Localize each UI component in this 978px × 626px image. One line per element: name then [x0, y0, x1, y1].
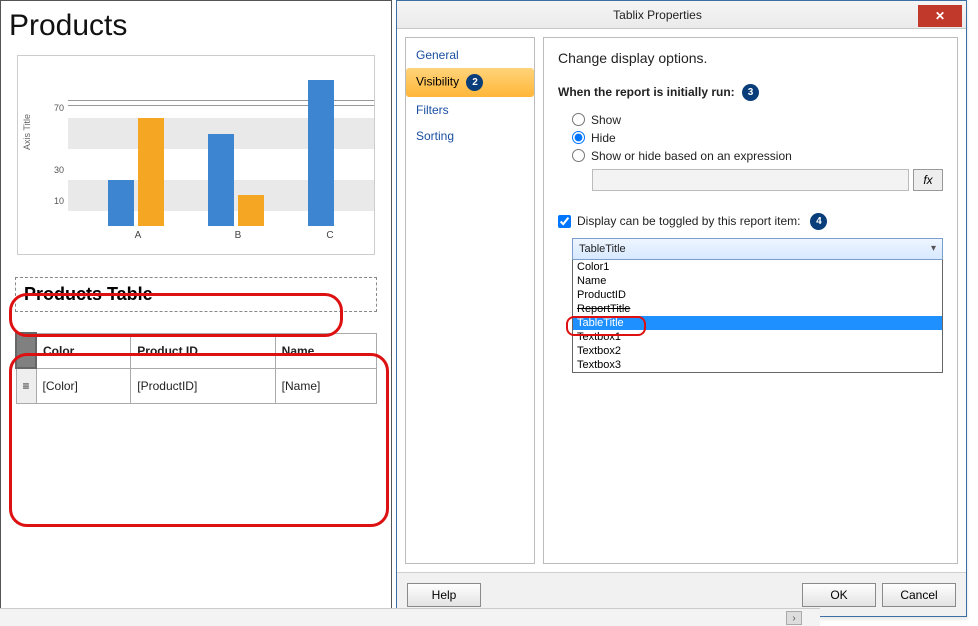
- toggle-item-combo[interactable]: TableTitle ▾: [572, 238, 943, 260]
- callout-badge: 4: [810, 213, 827, 230]
- nav-item-label: Visibility: [416, 75, 459, 89]
- radio-expression[interactable]: Show or hide based on an expression: [572, 149, 943, 163]
- tablix-header[interactable]: Name: [275, 333, 376, 368]
- tablix-cell[interactable]: [ProductID]: [131, 368, 275, 404]
- initial-run-label: When the report is initially run:: [558, 85, 735, 99]
- radio-show-input[interactable]: [572, 113, 585, 126]
- list-item[interactable]: Textbox3: [573, 358, 942, 372]
- chevron-down-icon: ▾: [931, 243, 936, 254]
- row-handle[interactable]: ≡: [16, 368, 36, 404]
- list-item[interactable]: Textbox1: [573, 330, 942, 344]
- xlabel: B: [235, 230, 242, 241]
- page-title: Products: [1, 1, 391, 55]
- horizontal-scrollbar[interactable]: ›: [0, 608, 820, 626]
- ytick: 70: [54, 103, 64, 113]
- radio-show-label: Show: [591, 113, 621, 127]
- nav-item-general[interactable]: General: [406, 42, 534, 68]
- expression-fx-button[interactable]: fx: [913, 169, 943, 191]
- chart-plot-area: 10 30 70 A B C: [68, 72, 374, 226]
- list-item[interactable]: Name: [573, 274, 942, 288]
- callout-badge: 3: [742, 84, 759, 101]
- help-button[interactable]: Help: [407, 583, 481, 607]
- report-designer-surface: Products Axis Title 10 30 70 A B C Produ…: [0, 0, 392, 626]
- tablix-header[interactable]: Color: [36, 333, 131, 368]
- bar: [308, 80, 334, 226]
- list-item-selected[interactable]: TableTitle: [573, 316, 942, 330]
- combo-selected-value: TableTitle: [579, 243, 626, 255]
- tablix-region[interactable]: Color Product ID Name ≡ [Color] [Product…: [15, 332, 377, 404]
- xlabel: A: [135, 230, 142, 241]
- chart-preview[interactable]: Axis Title 10 30 70 A B C: [17, 55, 375, 255]
- toggle-checkbox-row[interactable]: Display can be toggled by this report it…: [558, 213, 943, 230]
- dialog-nav-pane: General Visibility 2 Filters Sorting: [405, 37, 535, 564]
- section-title: Change display options.: [558, 50, 943, 66]
- toggle-checkbox[interactable]: [558, 215, 571, 228]
- cancel-button[interactable]: Cancel: [882, 583, 956, 607]
- radio-hide[interactable]: Hide: [572, 131, 943, 145]
- bar: [238, 195, 264, 226]
- toggle-item-listbox[interactable]: Color1 Name ProductID ReportTitle TableT…: [572, 260, 943, 373]
- bar: [208, 134, 234, 226]
- toggle-label: Display can be toggled by this report it…: [577, 214, 800, 228]
- dialog-title: Tablix Properties: [397, 8, 918, 22]
- radio-hide-input[interactable]: [572, 131, 585, 144]
- bar: [108, 180, 134, 226]
- tablix-cell[interactable]: [Name]: [275, 368, 376, 404]
- radio-show[interactable]: Show: [572, 113, 943, 127]
- list-item[interactable]: ReportTitle: [573, 302, 942, 316]
- list-item[interactable]: ProductID: [573, 288, 942, 302]
- tabletitle-textbox[interactable]: Products Table: [15, 277, 377, 312]
- radio-expression-label: Show or hide based on an expression: [591, 149, 792, 163]
- list-item[interactable]: Textbox2: [573, 344, 942, 358]
- dialog-content: Change display options. When the report …: [543, 37, 958, 564]
- radio-hide-label: Hide: [591, 131, 616, 145]
- expression-textbox[interactable]: [592, 169, 909, 191]
- nav-item-filters[interactable]: Filters: [406, 97, 534, 123]
- callout-badge: 2: [466, 74, 483, 91]
- ok-button[interactable]: OK: [802, 583, 876, 607]
- close-icon: ✕: [935, 9, 945, 23]
- bar: [138, 118, 164, 226]
- ytick: 10: [54, 196, 64, 206]
- tablix-properties-dialog: Tablix Properties ✕ General Visibility 2…: [396, 0, 967, 617]
- ytick: 30: [54, 165, 64, 175]
- tablix-corner[interactable]: [16, 333, 36, 368]
- nav-item-visibility[interactable]: Visibility 2: [406, 68, 534, 97]
- tablix-cell[interactable]: [Color]: [36, 368, 131, 404]
- xlabel: C: [326, 230, 333, 241]
- nav-item-sorting[interactable]: Sorting: [406, 123, 534, 149]
- y-axis-title: Axis Title: [22, 114, 32, 150]
- scroll-right-arrow-icon[interactable]: ›: [786, 611, 802, 625]
- dialog-titlebar[interactable]: Tablix Properties ✕: [397, 1, 966, 29]
- list-item[interactable]: Color1: [573, 260, 942, 274]
- radio-expression-input[interactable]: [572, 149, 585, 162]
- close-button[interactable]: ✕: [918, 5, 962, 27]
- tablix-header[interactable]: Product ID: [131, 333, 275, 368]
